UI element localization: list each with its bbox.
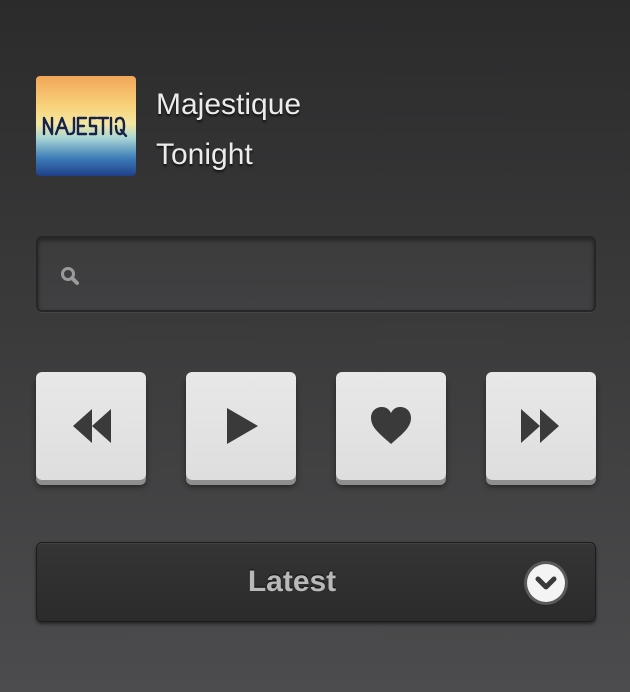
- heart-icon: [371, 407, 411, 444]
- rewind-icon: [73, 409, 111, 443]
- fast-forward-button[interactable]: [486, 372, 596, 480]
- chevron-down-icon[interactable]: [527, 564, 565, 602]
- favorite-button[interactable]: [336, 372, 446, 480]
- play-button[interactable]: [186, 372, 296, 480]
- track-title: Tonight: [156, 138, 253, 171]
- search-box[interactable]: [36, 236, 596, 312]
- rewind-button[interactable]: [36, 372, 146, 480]
- now-playing: Majestique Tonight: [36, 76, 596, 176]
- search-input[interactable]: [94, 254, 574, 294]
- search-icon: [61, 267, 79, 285]
- artist-name: Majestique: [156, 88, 302, 121]
- fast-forward-icon: [521, 409, 559, 443]
- album-art-logo: [42, 116, 128, 138]
- play-icon: [227, 408, 258, 444]
- sort-dropdown[interactable]: Latest: [36, 542, 596, 622]
- track-info: Majestique Tonight: [156, 80, 301, 180]
- album-art[interactable]: [36, 76, 136, 176]
- sort-dropdown-label: Latest: [247, 565, 337, 598]
- player-controls: [36, 372, 596, 482]
